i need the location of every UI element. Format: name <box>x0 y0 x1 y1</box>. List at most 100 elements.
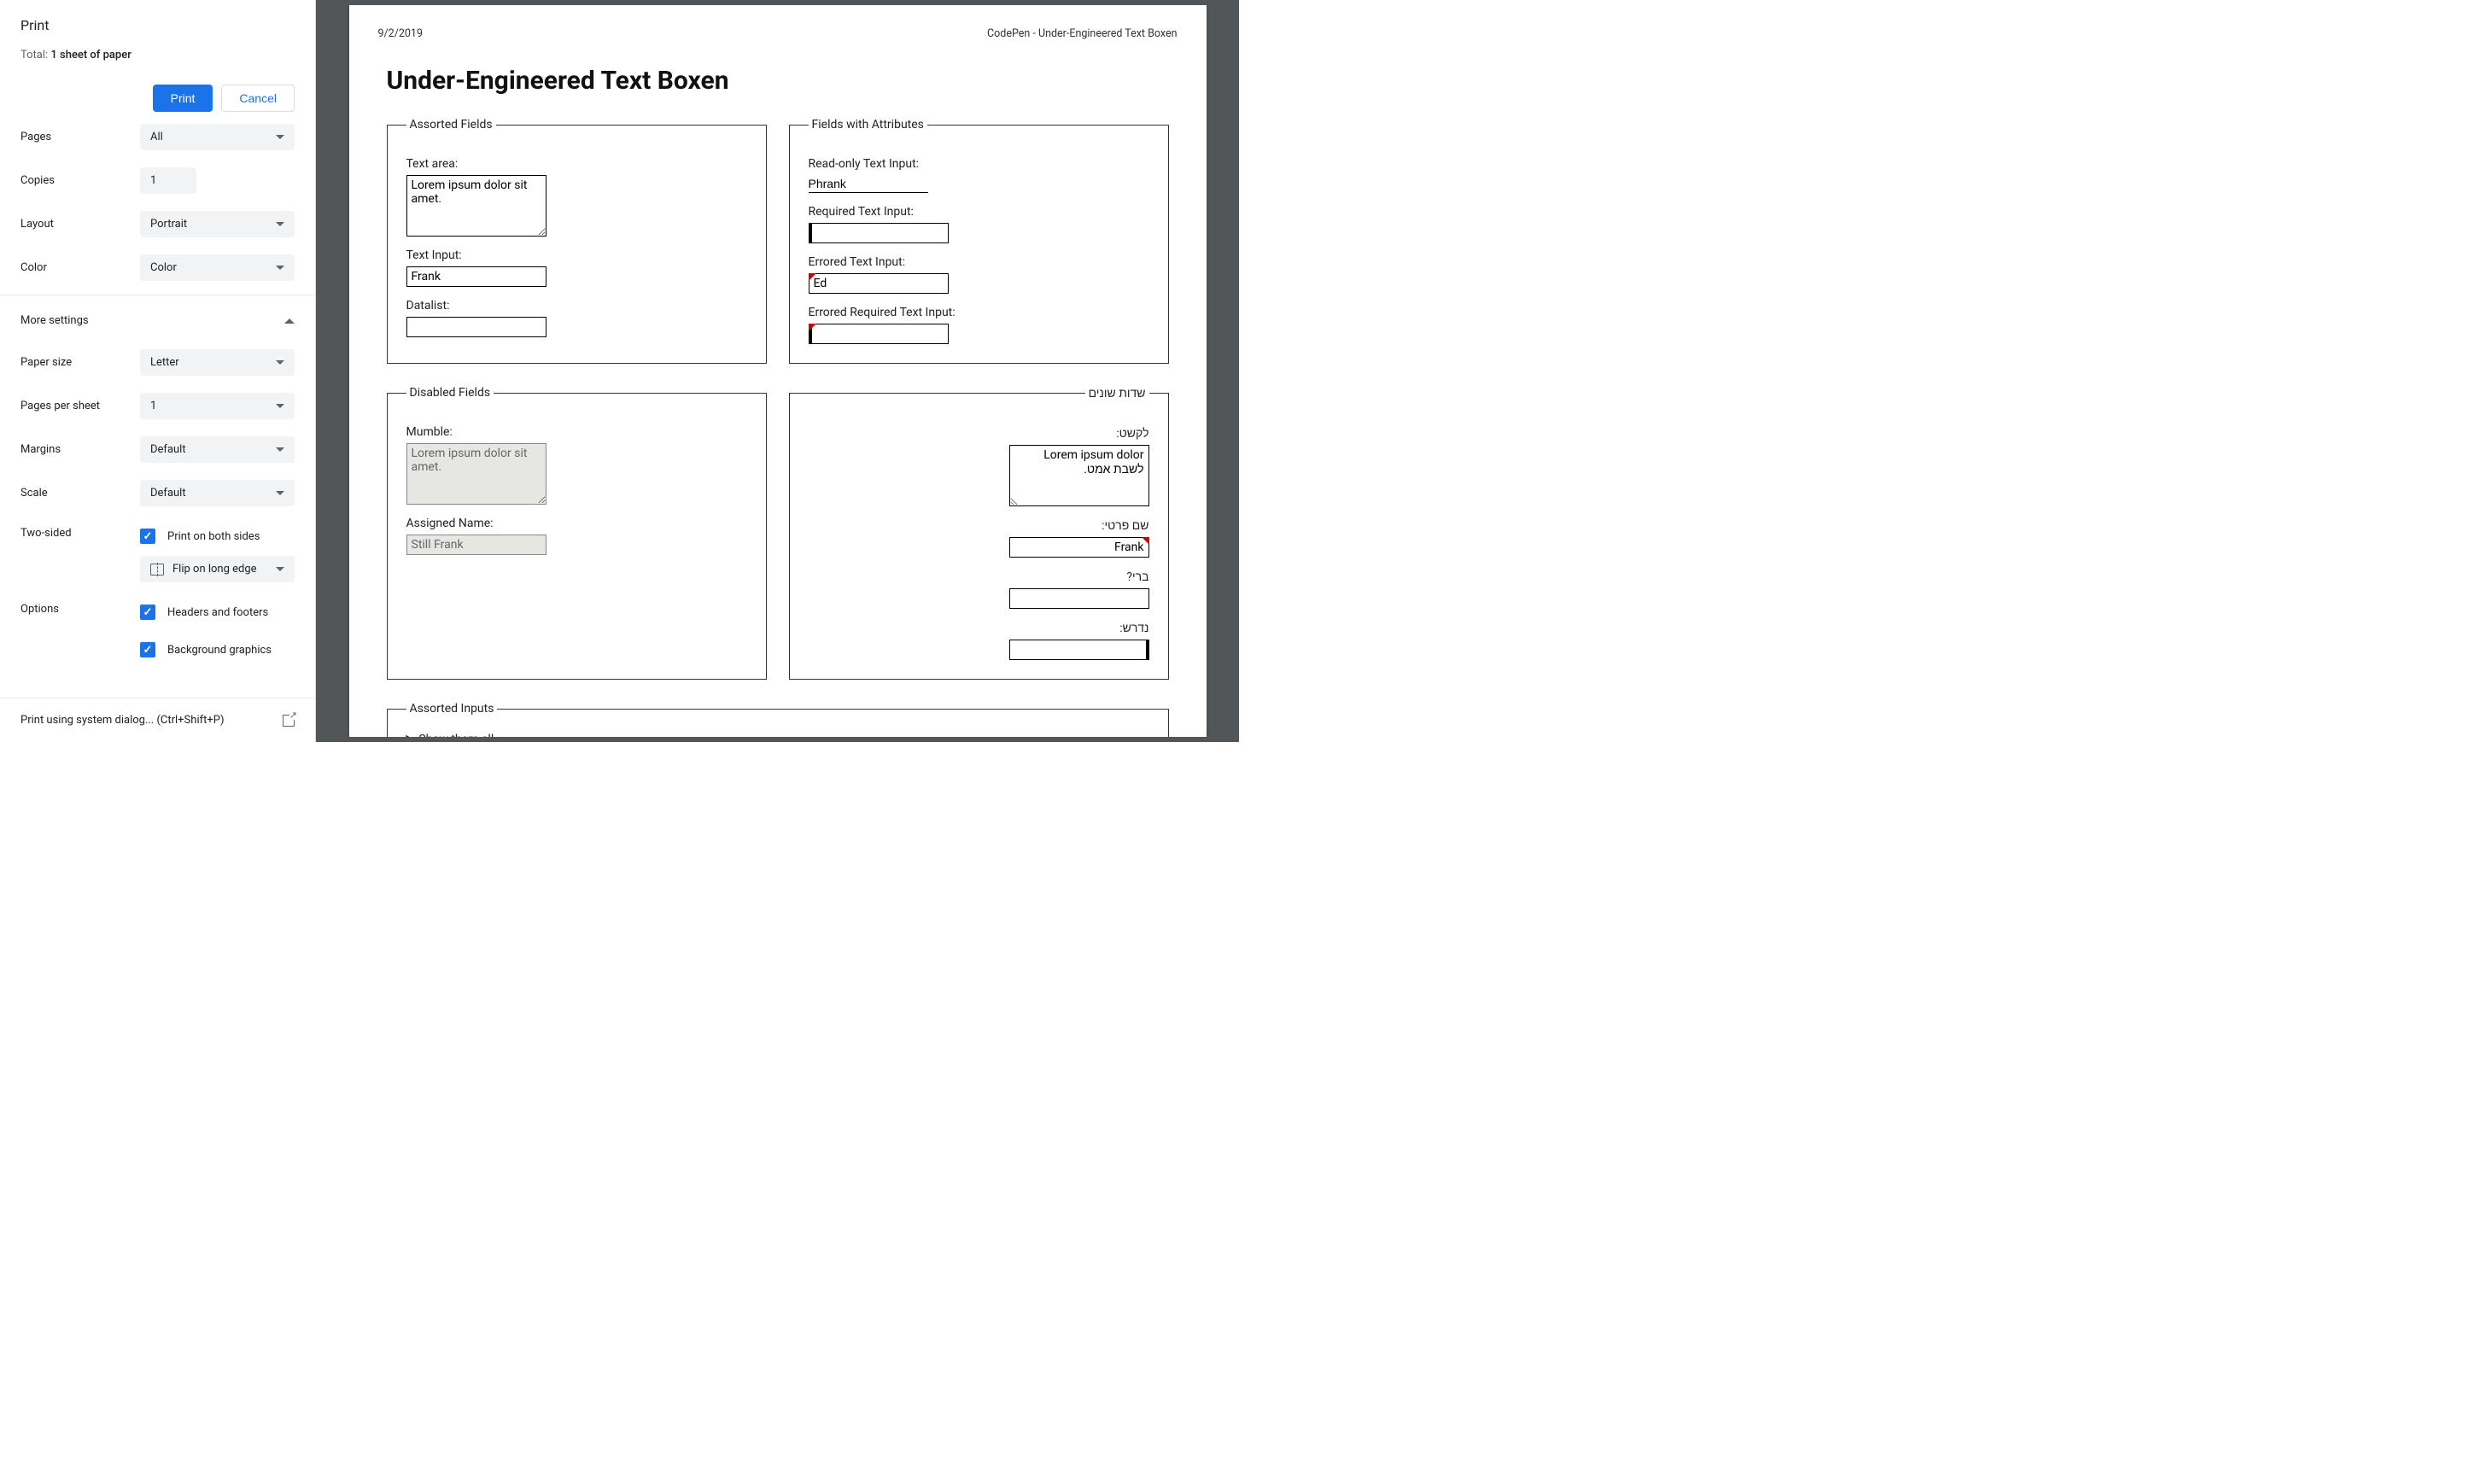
color-value: Color <box>150 261 177 274</box>
scale-label: Scale <box>20 487 140 500</box>
setting-scale: Scale Default <box>0 471 315 515</box>
fieldset-inputs: Assorted Inputs Show them all <box>387 702 1169 737</box>
show-them-all-details: Show them all <box>406 729 1149 737</box>
rtl-name-input[interactable] <box>1009 537 1149 558</box>
errored-label: Errored Text Input: <box>809 255 1149 269</box>
print-preview: 9/2/2019 CodePen - Under-Engineered Text… <box>316 0 1239 742</box>
setting-pages-per-sheet: Pages per sheet 1 <box>0 384 315 428</box>
rtl-textarea-label: לקשט: <box>809 426 1149 441</box>
attrib-legend: Fields with Attributes <box>809 118 927 131</box>
sidebar-header: Print Total: 1 sheet of paper <box>0 0 315 73</box>
page-header: 9/2/2019 CodePen - Under-Engineered Text… <box>378 27 1178 40</box>
show-them-all-summary[interactable]: Show them all <box>406 729 1149 737</box>
layout-select[interactable]: Portrait <box>140 211 295 237</box>
page-doc-title: CodePen - Under-Engineered Text Boxen <box>987 27 1177 40</box>
required-label: Required Text Input: <box>809 205 1149 219</box>
rtl-name-label: שם פרטי: <box>809 518 1149 533</box>
two-sided-check-label: Print on both sides <box>167 530 260 543</box>
setting-two-sided: Two-sided Print on both sides Flip on lo… <box>0 515 315 591</box>
errored-required-input[interactable] <box>809 324 949 344</box>
pps-label: Pages per sheet <box>20 400 140 412</box>
more-settings-label: More settings <box>20 314 89 327</box>
pps-select[interactable]: 1 <box>140 393 295 419</box>
rtl-required-input[interactable] <box>1009 640 1149 660</box>
pages-label: Pages <box>20 131 140 143</box>
layout-label: Layout <box>20 218 140 231</box>
rtl-bri-input[interactable] <box>1009 588 1149 609</box>
textinput-label: Text Input: <box>406 248 747 262</box>
text-input[interactable] <box>406 266 546 287</box>
two-sided-checkbox[interactable] <box>140 529 155 544</box>
caret-down-icon <box>276 222 284 226</box>
setting-layout: Layout Portrait <box>0 202 315 246</box>
rtl-legend: שדות שונים <box>1085 386 1149 400</box>
cancel-button[interactable]: Cancel <box>221 85 295 112</box>
caret-down-icon <box>276 567 284 571</box>
chevron-up-icon <box>284 318 295 324</box>
caret-down-icon <box>276 447 284 452</box>
datalist-input[interactable] <box>406 317 546 337</box>
color-select[interactable]: Color <box>140 254 295 281</box>
duplex-select[interactable]: Flip on long edge <box>140 556 295 582</box>
textarea-input[interactable] <box>406 175 546 237</box>
scale-select[interactable]: Default <box>140 480 295 506</box>
print-button[interactable]: Print <box>153 85 213 112</box>
caret-down-icon <box>276 135 284 139</box>
flip-long-edge-icon <box>150 564 164 575</box>
readonly-input <box>809 175 928 193</box>
settings-scroll[interactable]: Pages All Copies 1 Layout <box>0 124 315 698</box>
preview-page: 9/2/2019 CodePen - Under-Engineered Text… <box>349 5 1207 737</box>
two-sided-label: Two-sided <box>20 523 140 540</box>
rtl-required-label: נדרש: <box>809 621 1149 635</box>
background-graphics-checkbox[interactable] <box>140 642 155 657</box>
assigned-name-label: Assigned Name: <box>406 517 747 530</box>
caret-down-icon <box>276 404 284 408</box>
fieldset-assorted: Assorted Fields Text area: Text Input: D… <box>387 118 767 364</box>
pages-select[interactable]: All <box>140 124 295 150</box>
mumble-label: Mumble: <box>406 425 747 439</box>
copies-input[interactable]: 1 <box>140 167 196 194</box>
paper-size-select[interactable]: Letter <box>140 349 295 376</box>
disabled-legend: Disabled Fields <box>406 386 494 400</box>
background-graphics-row: Background graphics <box>140 637 295 663</box>
headers-footers-checkbox[interactable] <box>140 605 155 620</box>
required-input[interactable] <box>809 223 949 243</box>
headers-footers-label: Headers and footers <box>167 606 268 619</box>
background-graphics-label: Background graphics <box>167 644 272 657</box>
assorted-legend: Assorted Fields <box>406 118 496 131</box>
fieldset-disabled: Disabled Fields Mumble: Assigned Name: <box>387 386 767 680</box>
duplex-value: Flip on long edge <box>172 563 267 575</box>
two-sided-checkbox-row: Print on both sides <box>140 523 295 549</box>
pps-value: 1 <box>150 400 156 412</box>
inputs-legend: Assorted Inputs <box>406 702 498 716</box>
scale-value: Default <box>150 487 186 500</box>
setting-color: Color Color <box>0 246 315 289</box>
color-label: Color <box>20 261 140 274</box>
more-settings-toggle[interactable]: More settings <box>0 301 315 341</box>
mumble-textarea <box>406 443 546 505</box>
pages-value: All <box>150 131 163 143</box>
errored-input[interactable] <box>809 273 949 294</box>
system-dialog-text: Print using system dialog... (Ctrl+Shift… <box>20 714 224 727</box>
textarea-label: Text area: <box>406 157 747 171</box>
setting-margins: Margins Default <box>0 428 315 471</box>
sidebar-actions: Print Cancel <box>0 73 315 124</box>
rtl-textarea[interactable] <box>1009 445 1149 506</box>
print-total: Total: 1 sheet of paper <box>20 49 295 61</box>
setting-paper-size: Paper size Letter <box>0 341 315 384</box>
options-label: Options <box>20 599 140 616</box>
fieldset-grid: Assorted Fields Text area: Text Input: D… <box>378 118 1178 737</box>
system-dialog-link[interactable]: Print using system dialog... (Ctrl+Shift… <box>0 698 315 742</box>
page-date: 9/2/2019 <box>378 27 423 40</box>
setting-options: Options Headers and footers Background g… <box>0 591 315 671</box>
print-title: Print <box>20 17 295 33</box>
preview-scroll[interactable]: 9/2/2019 CodePen - Under-Engineered Text… <box>321 5 1234 737</box>
fieldset-rtl: שדות שונים לקשט: שם פרטי: ברי? נדרש: <box>789 386 1169 680</box>
margins-label: Margins <box>20 443 140 456</box>
print-sidebar: Print Total: 1 sheet of paper Print Canc… <box>0 0 316 742</box>
margins-select[interactable]: Default <box>140 436 295 463</box>
caret-down-icon <box>276 266 284 270</box>
setting-pages: Pages All <box>0 124 315 159</box>
readonly-label: Read-only Text Input: <box>809 157 1149 171</box>
margins-value: Default <box>150 443 186 456</box>
